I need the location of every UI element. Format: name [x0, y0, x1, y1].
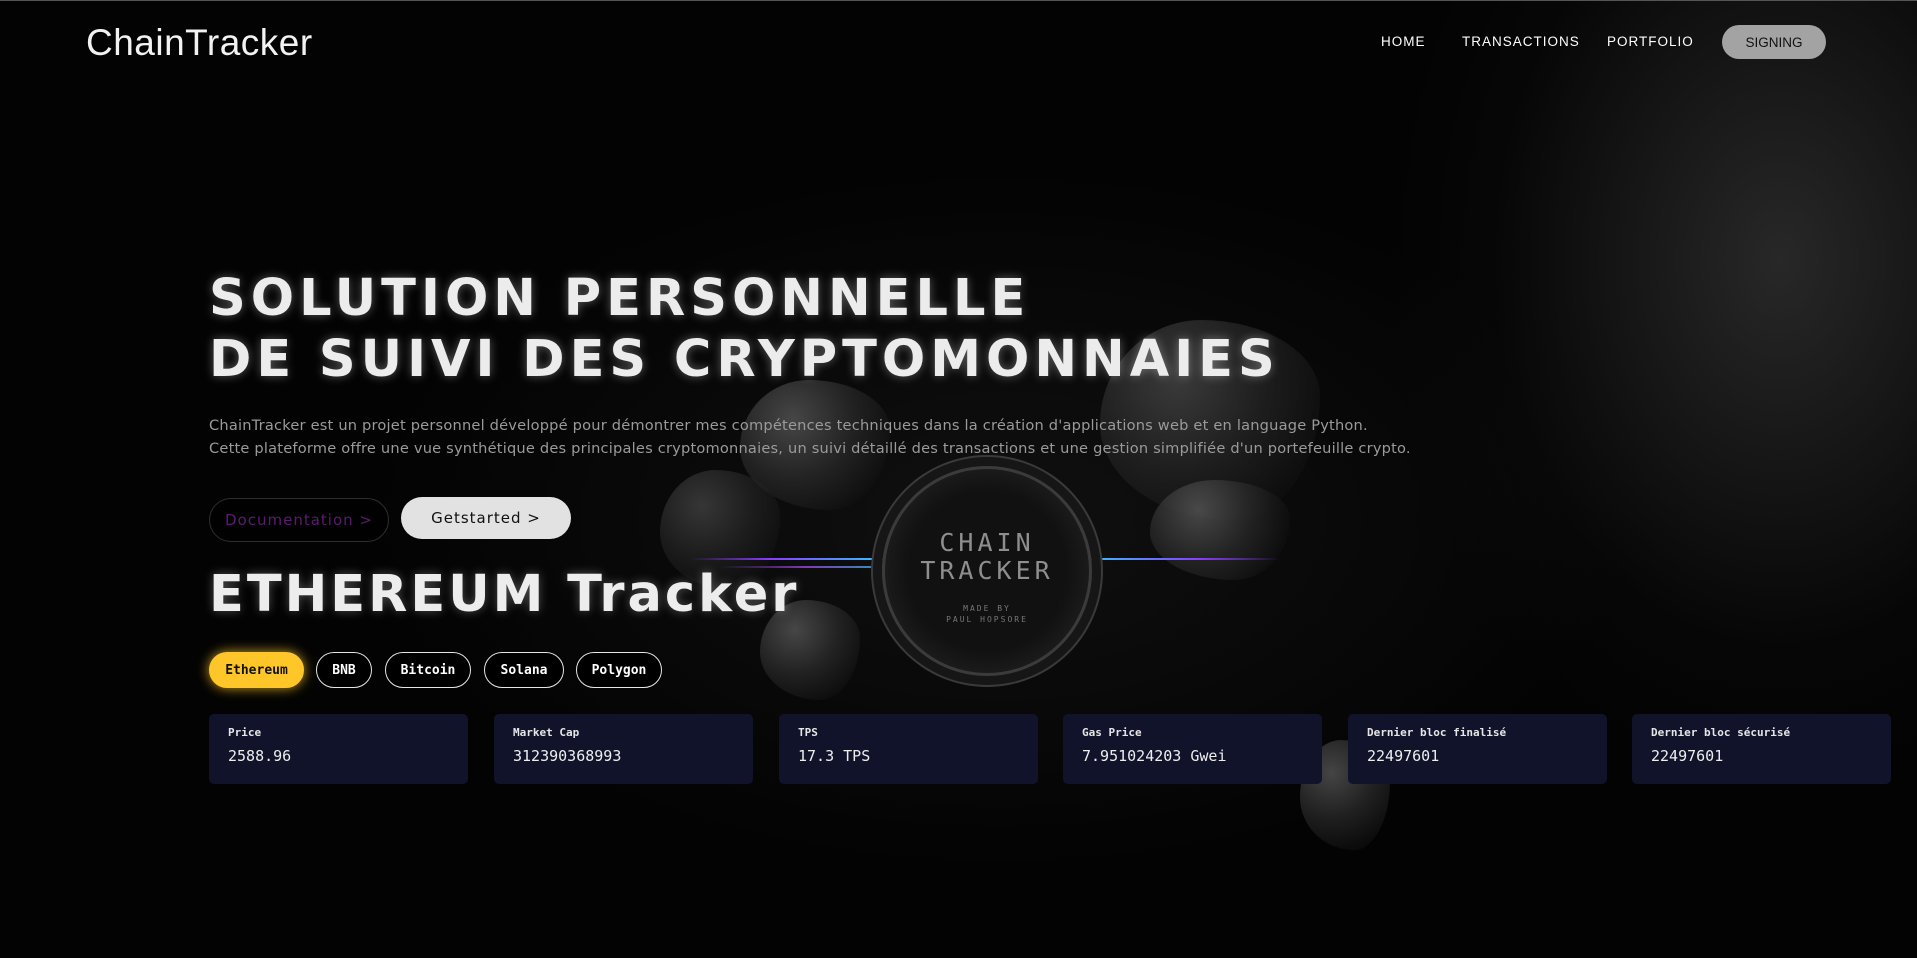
stat-card-finalized-block: Dernier bloc finalisé 22497601: [1348, 714, 1607, 784]
documentation-button[interactable]: Documentation >: [209, 498, 389, 542]
card-value: 22497601: [1367, 747, 1440, 765]
nav-transactions[interactable]: TRANSACTIONS: [1462, 34, 1580, 49]
chain-tracker-badge: CHAIN TRACKER MADE BY PAUL HOPSORE: [882, 466, 1092, 676]
card-label: TPS: [798, 726, 818, 739]
card-label: Gas Price: [1082, 726, 1142, 739]
hero-desc-line1: ChainTracker est un projet personnel dév…: [209, 417, 1368, 434]
badge-title: CHAIN TRACKER: [885, 529, 1089, 585]
stat-card-price: Price 2588.96: [209, 714, 468, 784]
hero-title: SOLUTION PERSONNELLE DE SUIVI DES CRYPTO…: [209, 268, 1280, 390]
card-label: Dernier bloc finalisé: [1367, 726, 1507, 739]
stat-card-market-cap: Market Cap 312390368993: [494, 714, 753, 784]
top-border: [0, 0, 1917, 1]
chain-tab-bnb[interactable]: BNB: [316, 652, 372, 688]
hero-title-line2: DE SUIVI DES CRYPTOMONNAIES: [209, 330, 1280, 389]
stat-card-tps: TPS 17.3 TPS: [779, 714, 1038, 784]
card-label: Dernier bloc sécurisé: [1651, 726, 1791, 739]
laser-line-right: [1080, 558, 1280, 560]
card-value: 22497601: [1651, 747, 1724, 765]
nav-home[interactable]: HOME: [1381, 34, 1426, 49]
badge-line2: TRACKER: [920, 556, 1054, 585]
hero-description: ChainTracker est un projet personnel dév…: [209, 414, 1411, 460]
get-started-button[interactable]: Getstarted >: [401, 497, 571, 539]
chain-tab-solana[interactable]: Solana: [484, 652, 564, 688]
hero-title-line1: SOLUTION PERSONNELLE: [209, 269, 1031, 328]
badge-sub1: MADE BY: [963, 604, 1011, 613]
card-value: 7.951024203 Gwei: [1082, 747, 1227, 765]
stat-card-safe-block: Dernier bloc sécurisé 22497601: [1632, 714, 1891, 784]
hero-desc-line2: Cette plateforme offre une vue synthétiq…: [209, 440, 1411, 457]
card-value: 312390368993: [513, 747, 622, 765]
rock-image: [1150, 480, 1290, 580]
stat-card-gas-price: Gas Price 7.951024203 Gwei: [1063, 714, 1322, 784]
chain-tab-ethereum[interactable]: Ethereum: [209, 652, 304, 688]
badge-line1: CHAIN: [939, 528, 1035, 557]
chain-tab-bitcoin[interactable]: Bitcoin: [385, 652, 471, 688]
card-label: Market Cap: [513, 726, 580, 739]
card-value: 17.3 TPS: [798, 747, 871, 765]
chain-tab-polygon[interactable]: Polygon: [576, 652, 662, 688]
badge-credit: MADE BY PAUL HOPSORE: [885, 603, 1089, 625]
badge-sub2: PAUL HOPSORE: [946, 615, 1028, 624]
tracker-title: ETHEREUM Tracker: [209, 565, 800, 624]
nav-portfolio[interactable]: PORTFOLIO: [1607, 34, 1694, 49]
app-logo[interactable]: ChainTracker: [86, 22, 313, 64]
signing-button[interactable]: SIGNING: [1722, 25, 1826, 59]
card-label: Price: [228, 726, 262, 739]
laser-line-left: [690, 558, 890, 560]
card-value: 2588.96: [228, 747, 292, 765]
